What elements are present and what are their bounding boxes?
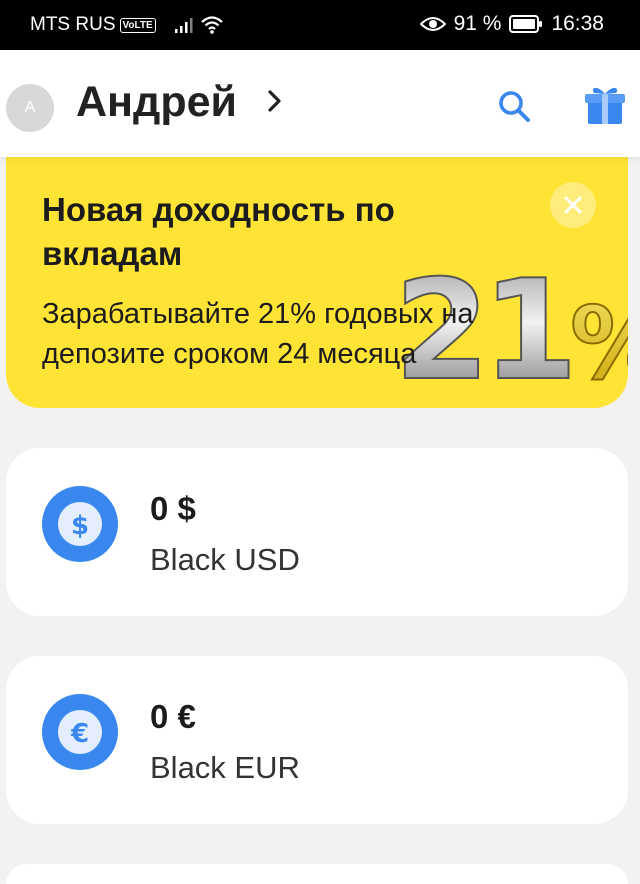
- close-icon: [564, 196, 582, 214]
- promo-banner[interactable]: Новая доходность по вкладам Зарабатывайт…: [6, 154, 628, 408]
- euro-icon: €: [42, 694, 118, 770]
- promo-subtitle: Зарабатывайте 21% годовых на депозите ср…: [42, 298, 474, 370]
- battery-percent: 91 %: [453, 12, 502, 35]
- carrier-label: MTS RUS: [30, 14, 116, 35]
- svg-text:$: $: [71, 511, 89, 541]
- user-name-link[interactable]: Андрей: [76, 78, 237, 127]
- dollar-icon: $: [42, 486, 118, 562]
- signal-icon: [174, 18, 193, 33]
- gift-icon[interactable]: [582, 82, 628, 128]
- svg-text:€: €: [70, 719, 89, 749]
- close-button[interactable]: [550, 182, 596, 228]
- status-left: MTS RUS VoLTE: [30, 14, 224, 36]
- app-header: A Андрей: [0, 50, 640, 157]
- account-card-partial[interactable]: [6, 864, 628, 884]
- clock: 16:38: [551, 12, 604, 35]
- status-bar: MTS RUS VoLTE 91 % 16:38: [0, 0, 640, 50]
- account-card-usd[interactable]: $ 0 $ Black USD: [6, 448, 628, 616]
- account-name: Black USD: [150, 542, 300, 577]
- wifi-icon: [200, 16, 223, 34]
- account-card-eur[interactable]: € 0 € Black EUR: [6, 656, 628, 824]
- eye-icon: [419, 17, 446, 31]
- account-name: Black EUR: [150, 750, 300, 785]
- status-right: 91 % 16:38: [419, 12, 604, 36]
- battery-icon: [509, 15, 543, 33]
- volte-badge: VoLTE: [119, 17, 156, 33]
- account-balance: 0 €: [150, 698, 196, 735]
- search-icon[interactable]: [494, 86, 534, 126]
- account-balance: 0 $: [150, 490, 196, 527]
- avatar[interactable]: A: [6, 84, 54, 132]
- chevron-right-icon[interactable]: [266, 88, 284, 114]
